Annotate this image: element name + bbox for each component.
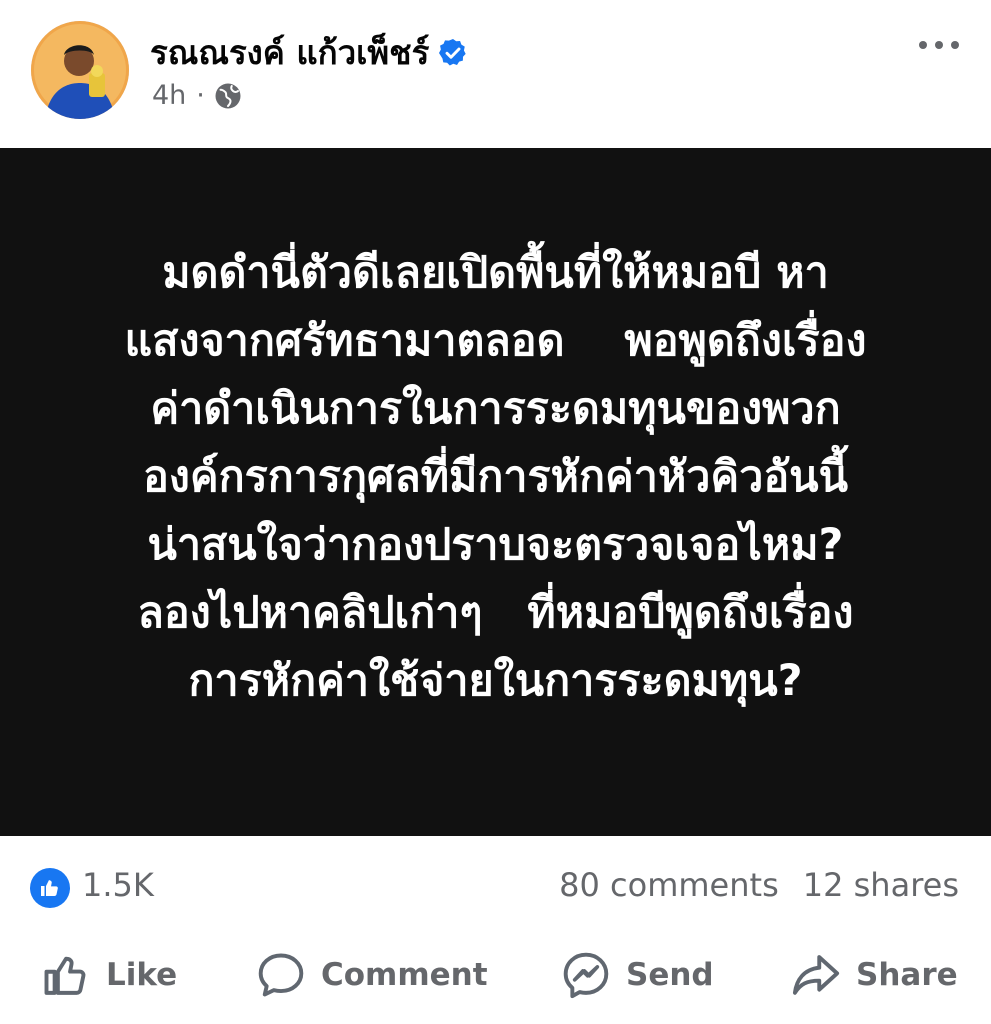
post-line: น่าสนใจว่ากองปราบจะตรวจเจอไหม? [147, 520, 844, 570]
comment-label: Comment [321, 957, 488, 993]
author-avatar[interactable] [31, 21, 129, 119]
share-icon [792, 955, 840, 995]
thumbs-up-glyph [41, 880, 58, 896]
post-header: รณณรงค์ แก้วเพ็ชร์ 4h · [0, 0, 991, 148]
shares-count[interactable]: 12 shares [803, 866, 959, 904]
messenger-icon [563, 952, 609, 999]
like-label: Like [106, 957, 178, 993]
post-time[interactable]: 4h [152, 80, 186, 111]
post-line: ค่าดำเนินการในการระดมทุนของพวก [150, 384, 841, 434]
author-name[interactable]: รณณรงค์ แก้วเพ็ชร์ [150, 26, 469, 79]
more-dot [951, 41, 959, 49]
send-label: Send [626, 957, 714, 993]
post-text: มดดำนี่ตัวดีเลยเปิดพื้นที่ให้หมอบี หา แส… [66, 239, 926, 715]
engagement-stats: 1.5K 80 comments 12 shares [0, 852, 991, 922]
post-line: มดดำนี่ตัวดีเลยเปิดพื้นที่ให้หมอบี หา [162, 248, 829, 298]
share-button[interactable]: Share [790, 947, 958, 1003]
avatar-image [31, 21, 129, 119]
comments-count[interactable]: 80 comments [559, 866, 779, 904]
author-name-text[interactable]: รณณรงค์ แก้วเพ็ชร์ [150, 26, 429, 79]
post-text-card[interactable]: มดดำนี่ตัวดีเลยเปิดพื้นที่ให้หมอบี หา แส… [0, 148, 991, 836]
verified-badge-icon [439, 38, 466, 66]
thumbs-up-icon[interactable] [30, 868, 70, 908]
like-button[interactable]: Like [40, 947, 177, 1003]
more-dot [919, 41, 927, 49]
post-line: ลองไปหาคลิปเก่าๆ ที่หมอบีพูดถึงเรื่อง [137, 588, 854, 638]
send-button[interactable]: Send [560, 947, 714, 1003]
like-icon [44, 956, 86, 995]
comment-share-stats: 80 comments 12 shares [559, 866, 959, 904]
more-options-icon[interactable] [919, 30, 959, 60]
more-dot [935, 41, 943, 49]
post-line: แสงจากศรัทธามาตลอด พอพูดถึงเรื่อง [124, 316, 867, 366]
globe-icon[interactable] [213, 81, 243, 111]
share-label: Share [856, 957, 958, 993]
comment-icon [258, 953, 304, 997]
post-meta: 4h · [152, 80, 243, 111]
comment-button[interactable]: Comment [255, 947, 488, 1003]
action-bar: Like Comment Send Share [0, 935, 991, 1015]
meta-separator: · [196, 80, 205, 111]
post-line: การหักค่าใช้จ่ายในการระดมทุน? [188, 656, 803, 706]
like-count[interactable]: 1.5K [82, 866, 154, 904]
post-line: องค์กรการกุศลที่มีการหักค่าหัวคิวอันนี้ [143, 452, 848, 502]
